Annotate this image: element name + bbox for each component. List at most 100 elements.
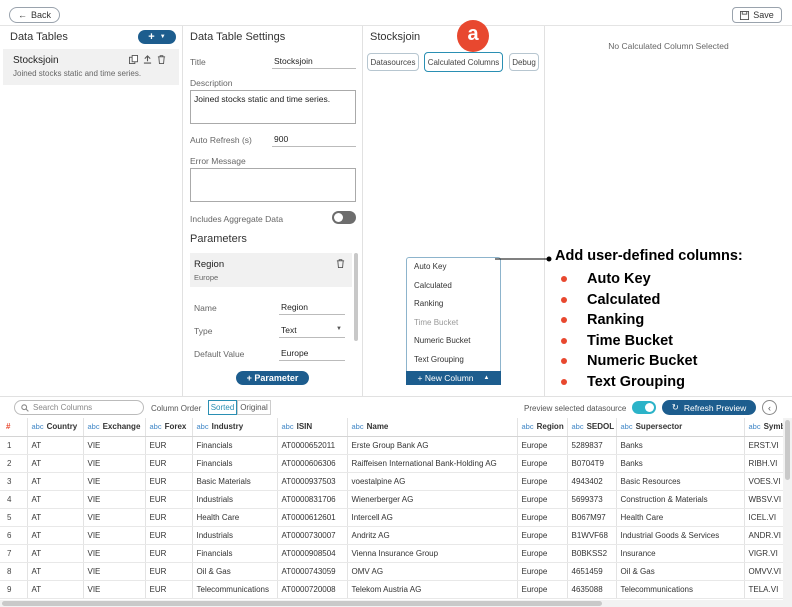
table-cell: OMV AG bbox=[347, 562, 518, 581]
table-row[interactable]: 5 AT VIE EUR Health Care AT0000612601 Intercel… bbox=[0, 508, 789, 527]
stocksjoin-title: Stocksjoin bbox=[370, 31, 421, 43]
table-row[interactable]: 2 AT VIE EUR Financials AT0000606306 Raiffeise… bbox=[0, 454, 789, 473]
error-message-label: Error Message bbox=[190, 156, 246, 166]
copy-icon[interactable] bbox=[129, 55, 138, 64]
trash-icon[interactable] bbox=[336, 259, 345, 268]
tab-calculated-columns[interactable]: Calculated Columns bbox=[424, 52, 503, 72]
parameter-header[interactable]: Region Europe bbox=[190, 253, 352, 287]
table-cell: B1WVF68 bbox=[567, 526, 617, 545]
table-cell: Insurance bbox=[616, 544, 745, 563]
title-input[interactable]: Stocksjoin bbox=[272, 56, 356, 69]
parameter-type-select[interactable]: Text ▼ bbox=[279, 325, 345, 338]
menu-item-calculated[interactable]: Calculated bbox=[407, 277, 500, 296]
parameters-title: Parameters bbox=[190, 233, 247, 245]
sorted-toggle[interactable]: Sorted bbox=[208, 400, 237, 415]
tab-debug[interactable]: Debug bbox=[509, 53, 539, 71]
table-cell: VIE bbox=[83, 472, 146, 491]
column-header[interactable]: abc Supersector bbox=[616, 418, 745, 437]
column-header[interactable]: abc Industry bbox=[192, 418, 278, 437]
column-header[interactable]: abc Name bbox=[347, 418, 518, 437]
column-header[interactable]: abc SEDOL bbox=[567, 418, 617, 437]
callout-item: Time Bucket bbox=[555, 331, 743, 352]
back-button[interactable]: ← Back bbox=[9, 7, 60, 23]
upload-icon[interactable] bbox=[143, 55, 152, 64]
save-button[interactable]: Save bbox=[732, 7, 782, 23]
table-row[interactable]: 3 AT VIE EUR Basic Materials AT0000937503 voes… bbox=[0, 472, 789, 491]
auto-refresh-input[interactable]: 900 bbox=[272, 134, 356, 147]
table-cell: VIE bbox=[83, 436, 146, 455]
column-header[interactable]: abc Country bbox=[27, 418, 84, 437]
table-row[interactable]: 4 AT VIE EUR Industrials AT0000831706 Wienerbe… bbox=[0, 490, 789, 509]
scrollbar[interactable] bbox=[354, 253, 358, 341]
column-header[interactable]: abcSymbol bbox=[744, 418, 789, 437]
table-cell: AT bbox=[27, 544, 84, 563]
table-cell: Raiffeisen International Bank-Holding AG bbox=[347, 454, 518, 473]
original-toggle[interactable]: Original bbox=[237, 400, 271, 415]
horizontal-scrollbar[interactable] bbox=[0, 600, 783, 607]
column-header[interactable]: abc ISIN bbox=[277, 418, 348, 437]
table-cell: AT bbox=[27, 472, 84, 491]
bullet-icon bbox=[561, 317, 567, 324]
table-row[interactable]: 9 AT VIE EUR Telecommunications AT0000720008 T… bbox=[0, 580, 789, 599]
table-row[interactable]: 7 AT VIE EUR Financials AT0000908504 Vienna In… bbox=[0, 544, 789, 563]
table-cell: VOES.VI bbox=[744, 472, 789, 491]
table-cell: Health Care bbox=[616, 508, 745, 527]
table-cell: Telekom Austria AG bbox=[347, 580, 518, 599]
menu-item-time-bucket[interactable]: Time Bucket bbox=[407, 314, 500, 333]
table-cell: AT bbox=[27, 490, 84, 509]
data-table-name: Stocksjoin bbox=[13, 55, 59, 66]
column-header[interactable]: abc Exchange bbox=[83, 418, 146, 437]
menu-item-text-grouping[interactable]: Text Grouping bbox=[407, 351, 500, 370]
menu-item-ranking[interactable]: Ranking bbox=[407, 295, 500, 314]
row-number-cell: 1 bbox=[0, 436, 28, 455]
preview-datasource-toggle[interactable] bbox=[632, 401, 656, 414]
collapse-preview-button[interactable]: ‹ bbox=[762, 400, 777, 415]
add-parameter-button[interactable]: + Parameter bbox=[236, 371, 309, 385]
default-value-input[interactable]: Europe bbox=[279, 348, 345, 361]
error-message-textarea[interactable] bbox=[190, 168, 356, 202]
preview-datasource-label: Preview selected datasource bbox=[524, 404, 627, 413]
chevron-down-icon: ▼ bbox=[159, 34, 166, 40]
table-cell: Europe bbox=[517, 562, 568, 581]
vertical-scrollbar[interactable] bbox=[783, 418, 792, 607]
data-table-item[interactable]: Stocksjoin Joined stocks static and time… bbox=[3, 49, 179, 85]
callout-title: Add user-defined columns: bbox=[555, 248, 743, 264]
bullet-icon bbox=[561, 296, 567, 303]
table-cell: VIE bbox=[83, 526, 146, 545]
trash-icon[interactable] bbox=[157, 55, 166, 64]
callout-item: Ranking bbox=[555, 310, 743, 331]
table-row[interactable]: 6 AT VIE EUR Industrials AT0000730007 Andritz … bbox=[0, 526, 789, 545]
table-row[interactable]: 1 AT VIE EUR Financials AT0000652011 Erste Gro… bbox=[0, 436, 789, 455]
table-cell: Financials bbox=[192, 454, 278, 473]
table-cell: EUR bbox=[145, 472, 193, 491]
table-cell: AT0000908504 bbox=[277, 544, 348, 563]
row-number-cell: 4 bbox=[0, 490, 28, 509]
table-cell: Europe bbox=[517, 508, 568, 527]
new-column-button[interactable]: + New Column ▲ bbox=[406, 371, 501, 385]
column-header[interactable]: abc Region bbox=[517, 418, 568, 437]
description-textarea[interactable]: Joined stocks static and time series. bbox=[190, 90, 356, 124]
table-row[interactable]: 8 AT VIE EUR Oil & Gas AT0000743059 OMV AG Euro… bbox=[0, 562, 789, 581]
refresh-preview-button[interactable]: ↻ Refresh Preview bbox=[662, 400, 756, 415]
table-cell: TELA.VI bbox=[744, 580, 789, 599]
table-cell: OMVV.VI bbox=[744, 562, 789, 581]
table-cell: Wienerberger AG bbox=[347, 490, 518, 509]
parameter-name-input[interactable]: Region bbox=[279, 302, 345, 315]
table-cell: Health Care bbox=[192, 508, 278, 527]
search-columns-input[interactable]: Search Columns bbox=[14, 400, 144, 415]
grid-header-row: # abc Country abc Exchange abc Forex abc Ind… bbox=[0, 418, 789, 437]
table-cell: RIBH.VI bbox=[744, 454, 789, 473]
callout: Add user-defined columns: Auto Key Calcu… bbox=[555, 248, 743, 392]
menu-item-numeric-bucket[interactable]: Numeric Bucket bbox=[407, 332, 500, 351]
menu-item-auto-key[interactable]: Auto Key bbox=[407, 258, 500, 277]
column-header[interactable]: abc Forex bbox=[145, 418, 193, 437]
table-cell: voestalpine AG bbox=[347, 472, 518, 491]
table-cell: AT0000652011 bbox=[277, 436, 348, 455]
add-data-table-button[interactable]: + ▼ bbox=[138, 30, 176, 44]
caret-up-icon: ▲ bbox=[483, 375, 490, 381]
tab-datasources[interactable]: Datasources bbox=[367, 53, 419, 71]
row-number-header: # bbox=[0, 418, 28, 437]
table-cell: 4635088 bbox=[567, 580, 617, 599]
aggregate-toggle[interactable] bbox=[332, 211, 356, 224]
title-label: Title bbox=[190, 57, 206, 67]
